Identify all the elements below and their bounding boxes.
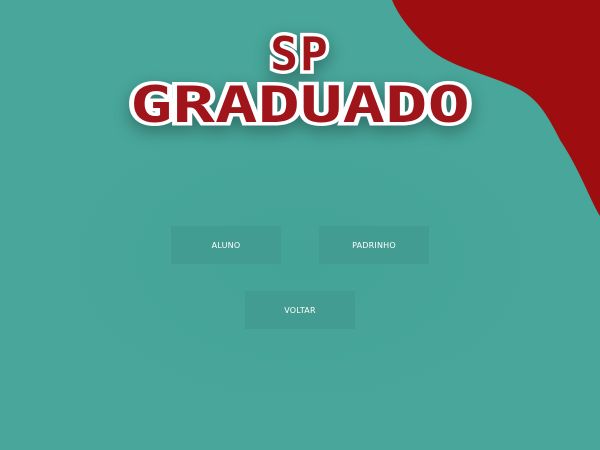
aluno-button[interactable]: ALUNO bbox=[171, 226, 281, 264]
voltar-button-label: VOLTAR bbox=[284, 305, 316, 315]
padrinho-button-label: PADRINHO bbox=[352, 240, 396, 250]
voltar-button[interactable]: VOLTAR bbox=[245, 291, 355, 329]
aluno-button-label: ALUNO bbox=[211, 240, 241, 250]
logo-line-graduado: GRADUADO bbox=[130, 76, 470, 134]
sp-graduado-logo: SP GRADUADO bbox=[110, 20, 490, 140]
app-screen: SP GRADUADO ALUNO PADRINHO VOLTAR bbox=[0, 0, 600, 450]
padrinho-button[interactable]: PADRINHO bbox=[319, 226, 429, 264]
logo-line-sp: SP bbox=[270, 27, 329, 81]
